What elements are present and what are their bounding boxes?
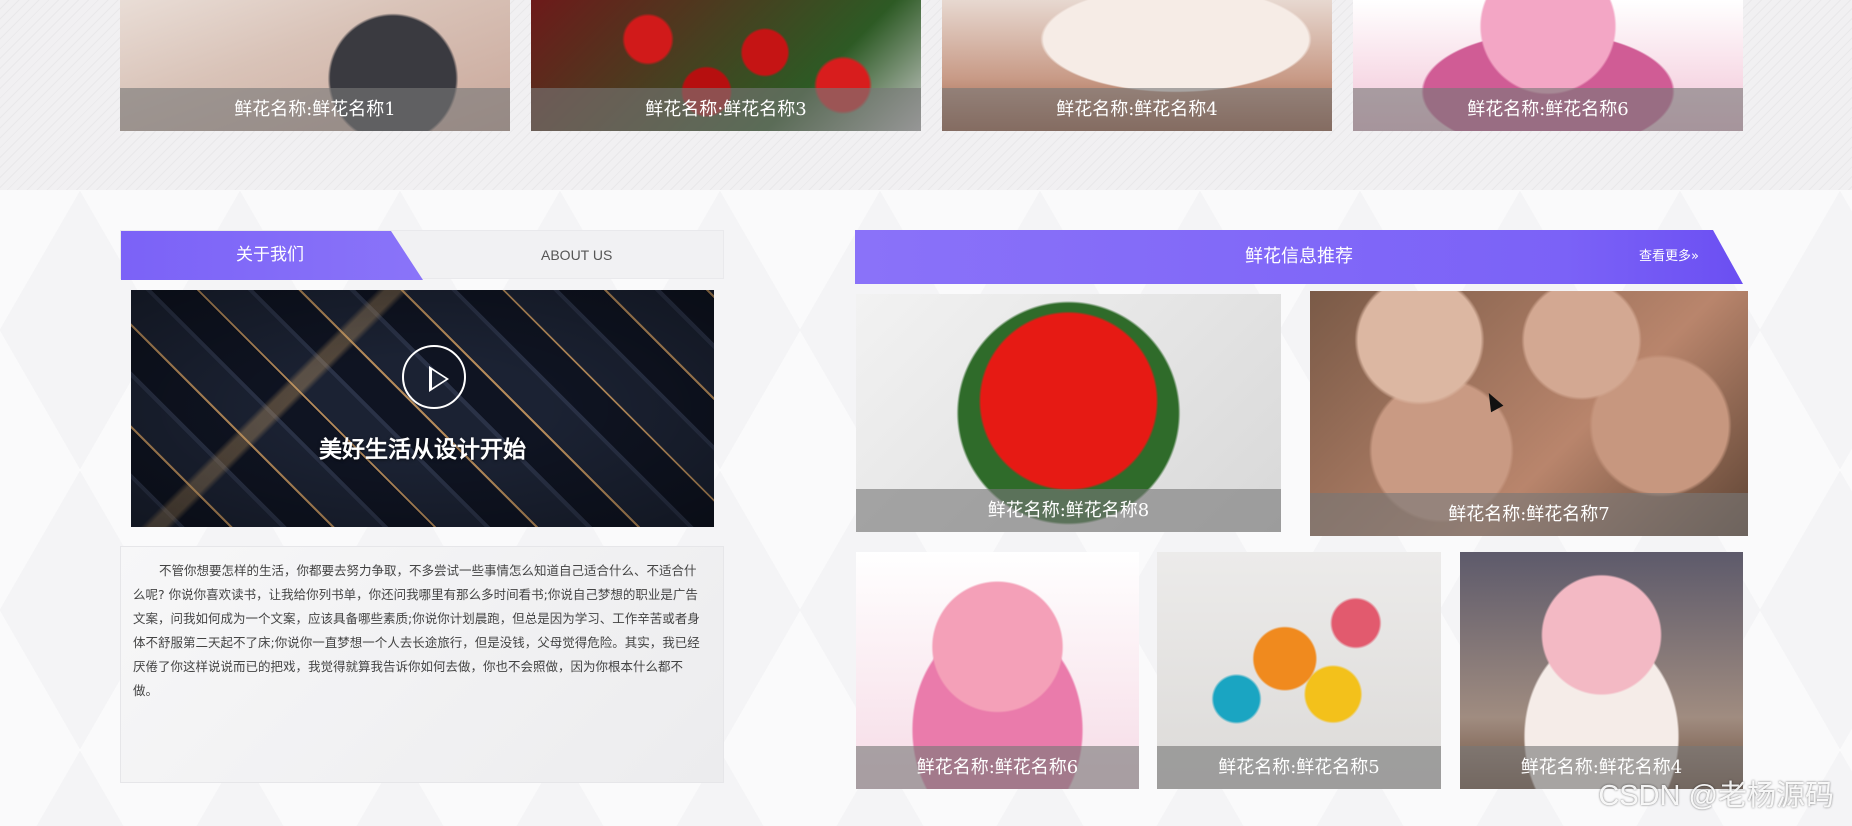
recommend-item[interactable]: 鲜花名称:鲜花名称5 xyxy=(1157,552,1441,789)
gallery-caption: 鲜花名称:鲜花名称6 xyxy=(1353,88,1743,131)
gallery-item[interactable]: 鲜花名称:鲜花名称3 xyxy=(531,0,921,131)
about-video[interactable] xyxy=(131,290,714,527)
recommend-item[interactable]: 鲜花名称:鲜花名称7 xyxy=(1310,291,1748,536)
about-tab[interactable]: 关于我们 xyxy=(121,231,423,280)
about-text: 不管你想要怎样的生活，你都要去努力争取，不多尝试一些事情怎么知道自己适合什么、不… xyxy=(120,546,724,783)
recommend-item[interactable]: 鲜花名称:鲜花名称8 xyxy=(856,294,1281,532)
gallery-item[interactable]: 鲜花名称:鲜花名称4 xyxy=(942,0,1332,131)
about-header: 关于我们 ABOUT US xyxy=(120,230,724,280)
gallery-item[interactable]: 鲜花名称:鲜花名称1 xyxy=(120,0,510,131)
gallery-caption: 鲜花名称:鲜花名称4 xyxy=(942,88,1332,131)
recommend-header: 鲜花信息推荐 查看更多» xyxy=(855,230,1743,284)
view-more-link[interactable]: 查看更多» xyxy=(1639,230,1699,284)
recommend-item[interactable]: 鲜花名称:鲜花名称6 xyxy=(856,552,1139,789)
about-english-label: ABOUT US xyxy=(541,247,613,263)
recommend-caption: 鲜花名称:鲜花名称5 xyxy=(1157,746,1441,789)
gallery-caption: 鲜花名称:鲜花名称3 xyxy=(531,88,921,131)
recommend-caption: 鲜花名称:鲜花名称6 xyxy=(856,746,1139,789)
watermark: CSDN @老杨源码 xyxy=(1598,780,1834,812)
recommend-caption: 鲜花名称:鲜花名称8 xyxy=(856,489,1281,532)
recommend-caption: 鲜花名称:鲜花名称7 xyxy=(1310,493,1748,536)
recommend-item[interactable]: 鲜花名称:鲜花名称4 xyxy=(1460,552,1743,789)
gallery-item[interactable]: 鲜花名称:鲜花名称6 xyxy=(1353,0,1743,131)
gallery-caption: 鲜花名称:鲜花名称1 xyxy=(120,88,510,131)
play-icon[interactable] xyxy=(402,345,466,409)
recommend-title: 鲜花信息推荐 xyxy=(1245,246,1353,267)
video-title: 美好生活从设计开始 xyxy=(319,437,526,463)
